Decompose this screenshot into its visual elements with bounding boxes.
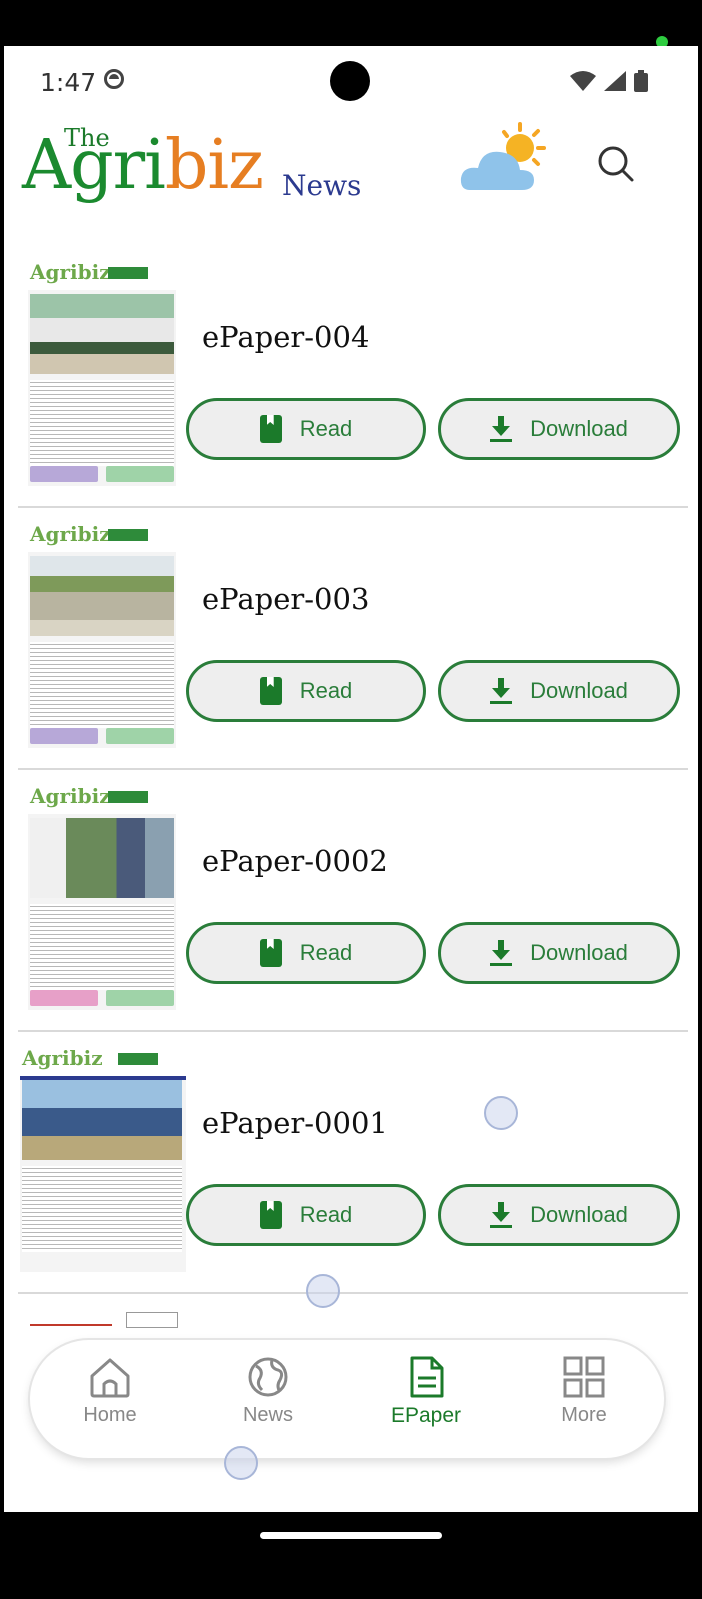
download-button[interactable]: Download — [438, 660, 680, 722]
notification-icon — [104, 69, 124, 89]
download-button[interactable]: Download — [438, 1184, 680, 1246]
read-button[interactable]: Read — [186, 398, 426, 460]
document-icon — [410, 1356, 444, 1398]
read-label: Read — [299, 940, 353, 965]
nav-home[interactable]: Home — [50, 1356, 170, 1427]
epaper-title: ePaper-004 — [202, 320, 370, 354]
touch-indicator — [306, 1274, 340, 1308]
epaper-item: Agribiz ePaper-004 Read Download — [18, 246, 688, 508]
epaper-cover-thumbnail[interactable]: Agribiz — [28, 522, 176, 748]
epaper-item: Agribiz ePaper-003 Read Download — [18, 508, 688, 770]
system-icons — [570, 70, 648, 92]
book-icon — [259, 677, 282, 705]
agribiz-news-logo[interactable]: The Agribiz News — [22, 124, 372, 214]
weather-icon[interactable] — [460, 122, 552, 194]
download-button[interactable]: Download — [438, 398, 680, 460]
download-icon — [490, 416, 513, 442]
thumb-masthead: Agribiz — [22, 1046, 103, 1070]
download-icon — [490, 678, 513, 704]
download-label: Download — [530, 416, 628, 441]
partial-masthead — [30, 1310, 112, 1326]
book-icon — [259, 939, 282, 967]
nav-epaper-label: EPaper — [390, 1404, 462, 1427]
download-button[interactable]: Download — [438, 922, 680, 984]
thumb-masthead: Agribiz — [30, 522, 111, 546]
grid-icon — [563, 1356, 605, 1398]
read-label: Read — [299, 678, 353, 703]
nav-more[interactable]: More — [524, 1356, 644, 1427]
book-icon — [259, 1201, 282, 1229]
epaper-cover-thumbnail[interactable]: Agribiz — [28, 784, 176, 1010]
epaper-title: ePaper-003 — [202, 582, 370, 616]
book-icon — [259, 415, 282, 443]
nav-epaper[interactable]: EPaper — [366, 1356, 486, 1428]
status-time: 1:47 — [40, 68, 97, 97]
globe-icon — [248, 1357, 288, 1397]
app-screen: 1:47 The Agribiz News Agribiz ePaper-004… — [4, 46, 698, 1512]
signal-icon — [604, 71, 626, 91]
logo-news: News — [282, 169, 362, 202]
touch-indicator — [224, 1446, 258, 1480]
wifi-icon — [570, 71, 596, 91]
nav-home-label: Home — [83, 1404, 137, 1426]
search-icon[interactable] — [596, 144, 636, 184]
read-button[interactable]: Read — [186, 922, 426, 984]
app-header: The Agribiz News — [4, 116, 698, 266]
gesture-home-bar[interactable] — [260, 1532, 442, 1539]
partial-box — [126, 1312, 178, 1328]
epaper-cover-thumbnail[interactable]: Agribiz — [20, 1046, 186, 1272]
thumb-masthead: Agribiz — [30, 784, 111, 808]
bottom-navigation: Home News EPaper More — [30, 1340, 664, 1458]
epaper-list: Agribiz ePaper-004 Read Download Agribiz — [18, 246, 688, 1354]
read-label: Read — [299, 1202, 353, 1227]
download-label: Download — [530, 1202, 628, 1227]
camera-cutout — [330, 61, 370, 101]
nav-news[interactable]: News — [208, 1356, 328, 1427]
read-button[interactable]: Read — [186, 1184, 426, 1246]
home-icon — [90, 1358, 130, 1398]
logo-biz-text: biz — [164, 126, 264, 205]
download-label: Download — [530, 678, 628, 703]
read-button[interactable]: Read — [186, 660, 426, 722]
nav-news-label: News — [242, 1404, 293, 1426]
epaper-title: ePaper-0002 — [202, 844, 388, 878]
battery-icon — [634, 70, 648, 92]
logo-agri-text: Agri — [22, 126, 166, 205]
epaper-cover-thumbnail[interactable]: Agribiz — [28, 260, 176, 486]
touch-indicator — [484, 1096, 518, 1130]
epaper-item: Agribiz ePaper-0002 Read Download — [18, 770, 688, 1032]
nav-more-label: More — [561, 1404, 607, 1426]
epaper-title: ePaper-0001 — [202, 1106, 388, 1140]
read-label: Read — [299, 416, 353, 441]
download-icon — [490, 1202, 513, 1228]
status-bar: 1:47 — [4, 46, 698, 116]
logo-agribiz: Agribiz — [22, 126, 264, 205]
thumb-masthead: Agribiz — [30, 260, 111, 284]
epaper-item: Agribiz ePaper-0001 Read Download — [18, 1032, 688, 1294]
download-label: Download — [530, 940, 628, 965]
download-icon — [490, 940, 513, 966]
